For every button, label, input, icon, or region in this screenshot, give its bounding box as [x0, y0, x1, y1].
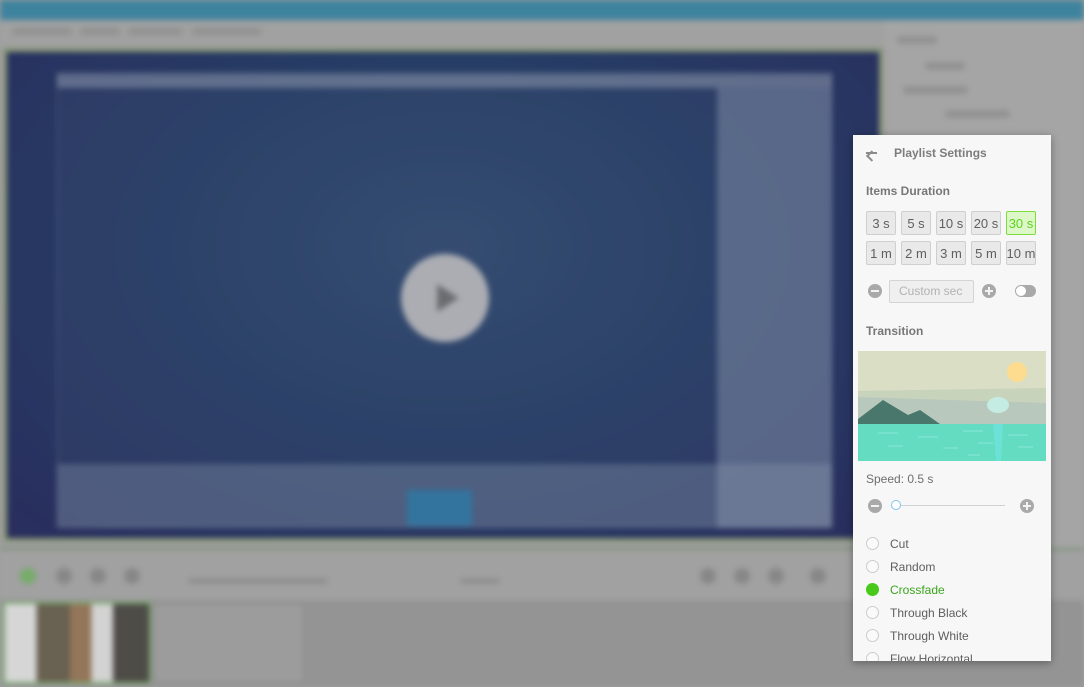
transition-option-label: Crossfade — [890, 582, 945, 597]
duration-option-button[interactable]: 3 s — [866, 211, 896, 235]
duration-option-button[interactable]: 2 m — [901, 241, 931, 265]
speed-plus-icon[interactable] — [1020, 499, 1034, 513]
radio-unchecked-icon[interactable] — [866, 537, 879, 550]
duration-option-button[interactable]: 30 s — [1006, 211, 1036, 235]
custom-duration-toggle[interactable] — [1015, 285, 1036, 297]
transition-option[interactable]: Through Black — [866, 601, 1051, 624]
transition-option[interactable]: Cut — [866, 532, 1051, 555]
transition-label: Transition — [866, 324, 924, 338]
duration-option-button[interactable]: 5 m — [971, 241, 1001, 265]
duration-options: 3 s5 s 10 s 20 s 30 s 1 m2 m3 m5 m 10 m — [853, 211, 1051, 265]
speed-control — [853, 498, 1051, 514]
custom-seconds-input[interactable] — [889, 279, 974, 303]
panel-title: Playlist Settings — [894, 146, 987, 160]
radio-checked-icon[interactable] — [866, 583, 879, 596]
transition-option-label: Flow Horizontal — [890, 651, 973, 662]
transition-option-label: Cut — [890, 536, 909, 551]
radio-unchecked-icon[interactable] — [866, 629, 879, 642]
transition-option-label: Through Black — [890, 605, 968, 620]
minus-circle-icon[interactable] — [868, 284, 882, 298]
plus-circle-icon[interactable] — [982, 284, 996, 298]
duration-option-button[interactable]: 1 m — [866, 241, 896, 265]
transition-option[interactable]: Flow Horizontal — [866, 647, 1051, 661]
speed-label: Speed: 0.5 s — [866, 472, 934, 486]
duration-option-button[interactable]: 5 s — [901, 211, 931, 235]
speed-slider[interactable] — [891, 500, 1005, 512]
slider-thumb[interactable] — [891, 500, 901, 510]
transition-option[interactable]: Random — [866, 555, 1051, 578]
transition-option[interactable]: Crossfade — [866, 578, 1051, 601]
speed-minus-icon[interactable] — [868, 499, 882, 513]
duration-option-button[interactable]: 20 s — [971, 211, 1001, 235]
transition-options: Cut Random Crossfade Through Black Through W… — [853, 532, 1051, 661]
toggle-knob — [1016, 286, 1026, 296]
transition-preview-image — [858, 351, 1046, 461]
custom-duration-row — [853, 279, 1051, 303]
panel-header: Playlist Settings — [853, 135, 1051, 171]
slider-track — [891, 505, 1005, 506]
items-duration-label: Items Duration — [866, 184, 951, 198]
transition-option-label: Through White — [890, 628, 969, 643]
transition-option-label: Random — [890, 559, 936, 574]
duration-option-button[interactable]: 10 s — [936, 211, 966, 235]
duration-option-button[interactable]: 10 m — [1006, 241, 1036, 265]
radio-unchecked-icon[interactable] — [866, 652, 879, 661]
radio-unchecked-icon[interactable] — [866, 606, 879, 619]
transition-option[interactable]: Through White — [866, 624, 1051, 647]
radio-unchecked-icon[interactable] — [866, 560, 879, 573]
playlist-settings-panel: Playlist Settings Items Duration 3 s5 s1… — [853, 135, 1051, 661]
duration-option-button[interactable]: 3 m — [936, 241, 966, 265]
back-arrow-icon[interactable] — [864, 146, 878, 160]
